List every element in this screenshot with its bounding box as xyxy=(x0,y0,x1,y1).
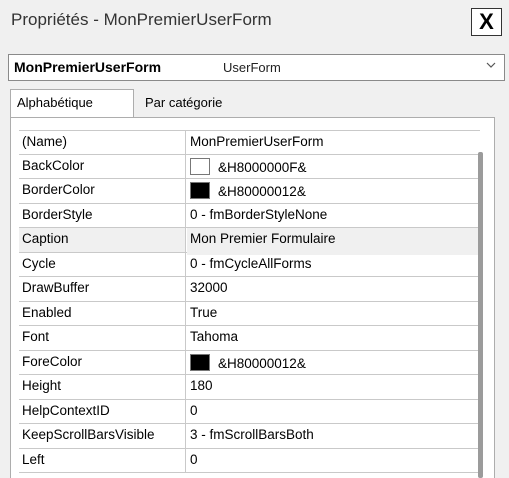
property-row[interactable]: (Name) MonPremierUserForm xyxy=(19,130,480,155)
property-name[interactable]: ForeColor xyxy=(19,350,186,374)
property-value[interactable]: True xyxy=(187,302,480,329)
property-name[interactable]: KeepScrollBarsVisible xyxy=(19,424,186,448)
property-value-text: Mon Premier Formulaire xyxy=(190,231,336,246)
property-value-text: &H80000012& xyxy=(218,355,306,371)
property-row[interactable]: ForeColor &H80000012& xyxy=(19,350,480,378)
property-value-text: 0 - fmCycleAllForms xyxy=(190,255,312,271)
property-row[interactable]: Font Tahoma xyxy=(19,326,480,351)
property-value[interactable]: &H8000000F& xyxy=(187,155,480,182)
property-value-text: 32000 xyxy=(190,280,228,295)
property-value[interactable]: MonPremierUserForm xyxy=(187,131,480,157)
property-value-text: 3 - fmScrollBarsBoth xyxy=(190,427,314,442)
property-value[interactable]: &H80000012& xyxy=(187,179,480,206)
property-name[interactable]: Left xyxy=(19,448,186,472)
property-value[interactable]: 32000 xyxy=(187,277,480,304)
property-row[interactable]: Caption Mon Premier Formulaire xyxy=(19,228,480,255)
property-value-text: True xyxy=(190,304,218,320)
property-name[interactable]: (Name) xyxy=(19,131,186,154)
color-swatch xyxy=(190,353,210,371)
property-name[interactable]: Caption xyxy=(19,228,186,252)
color-swatch xyxy=(190,157,210,175)
property-grid: (Name) MonPremierUserForm BackColor &H80000… xyxy=(19,130,480,473)
property-value-text: 0 xyxy=(190,402,198,418)
property-value-text: &H80000012& xyxy=(218,184,306,199)
property-name[interactable]: DrawBuffer xyxy=(19,277,186,301)
property-value-text: 0 xyxy=(190,451,198,467)
property-row[interactable]: KeepScrollBarsVisible 3 - fmScrollBarsBot… xyxy=(19,424,480,449)
title-bar: Propriétés - MonPremierUserForm X xyxy=(0,0,509,40)
property-name[interactable]: Font xyxy=(19,326,186,350)
property-value-text: Tahoma xyxy=(190,329,239,344)
property-row[interactable]: Enabled True xyxy=(19,301,480,329)
property-value[interactable]: 0 - fmCycleAllForms xyxy=(187,253,480,280)
property-row[interactable]: HelpContextID 0 xyxy=(19,399,480,427)
property-name[interactable]: BackColor xyxy=(19,154,186,178)
property-value[interactable]: &H80000012& xyxy=(187,351,480,378)
property-row[interactable]: BorderStyle 0 - fmBorderStyleNone xyxy=(19,203,480,231)
property-value-text: 0 - fmBorderStyleNone xyxy=(190,206,328,222)
tab-strip: Alphabétique Par catégorie xyxy=(10,89,505,117)
object-type: UserForm xyxy=(223,60,281,75)
property-name[interactable]: Cycle xyxy=(19,252,186,276)
close-icon: X xyxy=(479,9,494,34)
property-name[interactable]: HelpContextID xyxy=(19,399,186,423)
property-value[interactable]: Mon Premier Formulaire xyxy=(187,228,480,255)
property-value[interactable]: Tahoma xyxy=(187,326,480,353)
property-value[interactable]: 0 - fmBorderStyleNone xyxy=(187,204,480,231)
property-value[interactable]: 3 - fmScrollBarsBoth xyxy=(187,424,480,451)
property-row[interactable]: Height 180 xyxy=(19,375,480,400)
property-value[interactable]: 0 xyxy=(187,400,480,427)
color-swatch xyxy=(190,182,210,199)
property-row[interactable]: Cycle 0 - fmCycleAllForms xyxy=(19,252,480,280)
property-value[interactable]: 180 xyxy=(187,375,480,402)
property-row[interactable]: Left 0 xyxy=(19,448,480,476)
property-row[interactable]: DrawBuffer 32000 xyxy=(19,277,480,302)
property-grid-frame: (Name) MonPremierUserForm BackColor &H80000… xyxy=(10,117,495,478)
property-value[interactable]: 0 xyxy=(187,449,480,476)
property-value-text: 180 xyxy=(190,378,213,393)
property-name[interactable]: BorderStyle xyxy=(19,203,186,227)
tab-par-categorie[interactable]: Par catégorie xyxy=(139,92,259,116)
property-name[interactable]: Height xyxy=(19,375,186,399)
property-row[interactable]: BorderColor &H80000012& xyxy=(19,179,480,204)
property-name[interactable]: BorderColor xyxy=(19,179,186,203)
property-row[interactable]: BackColor &H8000000F& xyxy=(19,154,480,182)
property-name[interactable]: Enabled xyxy=(19,301,186,325)
property-value-text: &H8000000F& xyxy=(218,159,307,175)
vertical-scrollbar[interactable] xyxy=(478,152,483,478)
chevron-down-icon xyxy=(486,62,496,68)
object-selector-dropdown[interactable]: MonPremierUserForm UserForm xyxy=(8,54,505,81)
property-value-text: MonPremierUserForm xyxy=(190,134,324,149)
tab-alphabetique[interactable]: Alphabétique xyxy=(10,89,134,117)
close-button[interactable]: X xyxy=(471,8,502,36)
window-title: Propriétés - MonPremierUserForm xyxy=(11,10,272,29)
object-name: MonPremierUserForm xyxy=(14,59,162,75)
